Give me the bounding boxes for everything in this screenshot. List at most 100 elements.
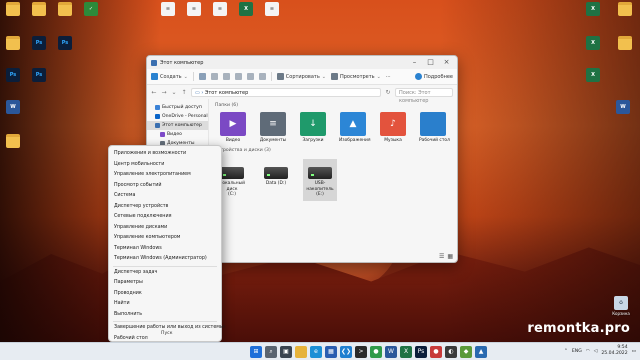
menu-item[interactable]: Диспетчер задач	[109, 268, 221, 279]
desktop-icon[interactable]	[0, 2, 26, 17]
paste-button[interactable]	[222, 73, 230, 80]
view-button[interactable]: Просмотреть ⌄	[331, 73, 381, 80]
desktop-icon[interactable]: ≡	[155, 2, 181, 16]
desktop-icon[interactable]: ≡	[181, 2, 207, 16]
app2-taskbar-icon[interactable]: ◐	[445, 346, 457, 358]
desktop-icon[interactable]: Ps	[26, 68, 52, 83]
language-indicator[interactable]: ENG	[572, 349, 582, 354]
desktop-icon[interactable]: X	[580, 36, 606, 50]
desktop-icon[interactable]: ✓	[78, 2, 104, 17]
menu-item[interactable]: Управление компьютером	[109, 233, 221, 244]
start-taskbar-icon[interactable]: ⊞	[250, 346, 262, 358]
volume-icon[interactable]: ◁	[594, 349, 598, 354]
clock[interactable]: 9:54 25.04.2022	[601, 345, 627, 357]
menu-item[interactable]: Приложения и возможности	[109, 149, 221, 160]
photoshop-taskbar-icon[interactable]: Ps	[415, 346, 427, 358]
sort-button[interactable]: Сортировать ⌄	[276, 73, 326, 80]
close-button[interactable]: ×	[440, 57, 453, 68]
search-taskbar-icon[interactable]: ⌕	[265, 346, 277, 358]
menu-item[interactable]: Просмотр событий	[109, 181, 221, 192]
folder-item[interactable]: ≡ Документы	[259, 112, 287, 143]
copy-button[interactable]	[210, 73, 218, 80]
explorer-taskbar-icon[interactable]	[295, 346, 307, 358]
desktop-icon[interactable]: ≡	[207, 2, 233, 16]
tray-chevron-icon[interactable]: ⌃	[564, 349, 568, 354]
desktop-icon[interactable]: W	[610, 100, 636, 114]
drive-item[interactable]: USB-накопитель (E:)	[303, 159, 337, 201]
doc-icon: ≡	[265, 2, 279, 16]
refresh-icon[interactable]: ↻	[385, 89, 391, 96]
search-input[interactable]: Поиск: Этот компьютер	[395, 87, 453, 104]
menu-item[interactable]: Диспетчер устройств	[109, 202, 221, 213]
menu-item[interactable]: Проводник	[109, 289, 221, 300]
menu-item[interactable]: Система	[109, 191, 221, 202]
vscode-taskbar-icon[interactable]: ❮❯	[340, 346, 352, 358]
up-arrow-icon[interactable]: ↑	[181, 89, 187, 96]
excel-taskbar-icon[interactable]: X	[400, 346, 412, 358]
drives-group-header[interactable]: Устройства и диски (3)	[215, 147, 451, 155]
more-button[interactable]: ···	[386, 74, 391, 80]
details-view-icon[interactable]: ☰	[439, 253, 444, 262]
nav-item[interactable]: Быстрый доступ	[147, 103, 208, 112]
details-button[interactable]: Подробнее	[414, 73, 453, 80]
menu-item[interactable]: Терминал Windows	[109, 244, 221, 255]
share-button[interactable]	[246, 73, 254, 80]
maximize-button[interactable]: □	[424, 57, 437, 68]
new-button[interactable]: Создать ⌄	[151, 73, 188, 80]
desktop-icon[interactable]	[52, 2, 78, 17]
delete-button[interactable]	[258, 73, 266, 80]
nav-item[interactable]: OneDrive - Personal	[147, 112, 208, 121]
drive-item[interactable]: Data (D:)	[259, 159, 293, 201]
desktop-icon[interactable]	[612, 36, 638, 50]
desktop-icon[interactable]	[0, 134, 26, 149]
folder-item[interactable]: ♪ Музыка	[379, 112, 407, 143]
app4-taskbar-icon[interactable]: ▲	[475, 346, 487, 358]
menu-item[interactable]: Сетевые подключения	[109, 212, 221, 223]
desktop-icon[interactable]	[612, 2, 638, 16]
folder-item[interactable]: ▶ Видео	[219, 112, 247, 143]
store-taskbar-icon[interactable]: ▦	[325, 346, 337, 358]
desktop-icon[interactable]	[26, 2, 52, 17]
nav-item[interactable]: Видео	[147, 130, 208, 139]
tiles-view-icon[interactable]: ▦	[447, 253, 453, 262]
chrome-taskbar-icon[interactable]: ●	[370, 346, 382, 358]
menu-item[interactable]: Выполнить	[109, 310, 221, 321]
desktop-icon[interactable]: Ps	[0, 68, 26, 83]
desktop-icon[interactable]	[0, 36, 26, 51]
wifi-icon[interactable]: ◠	[586, 349, 590, 354]
notification-icon[interactable]: ▭	[632, 349, 636, 354]
desktop-icon[interactable]: Ps	[52, 36, 78, 51]
rename-button[interactable]	[234, 73, 242, 80]
forward-arrow-icon[interactable]: →	[161, 89, 167, 96]
desktop-icon[interactable]: ≡	[259, 2, 285, 16]
cut-button[interactable]	[198, 73, 206, 80]
menu-item[interactable]: Центр мобильности	[109, 160, 221, 171]
taskview-taskbar-icon[interactable]: ▣	[280, 346, 292, 358]
folder-item[interactable]: ▲ Изображения	[339, 112, 371, 143]
desktop-icon[interactable]: Ps	[26, 36, 52, 51]
menu-item[interactable]: Параметры	[109, 278, 221, 289]
address-bar[interactable]: ▭ › Этот компьютер	[191, 87, 381, 97]
desktop-icon[interactable]: X	[580, 68, 606, 82]
desktop-icon[interactable]: W	[0, 100, 26, 115]
app1-taskbar-icon[interactable]: ●	[430, 346, 442, 358]
desktop-icon[interactable]: X	[233, 2, 259, 16]
menu-item[interactable]: Терминал Windows (Администратор)	[109, 254, 221, 265]
minimize-button[interactable]: –	[408, 57, 421, 68]
menu-item[interactable]: Найти	[109, 299, 221, 310]
folder-item[interactable]: Рабочий стол	[419, 112, 450, 143]
back-arrow-icon[interactable]: ←	[151, 89, 157, 96]
word-taskbar-icon[interactable]: W	[385, 346, 397, 358]
recent-chevron-icon[interactable]: ⌄	[171, 89, 177, 96]
app3-taskbar-icon[interactable]: ◆	[460, 346, 472, 358]
menu-item[interactable]: Управление электропитанием	[109, 170, 221, 181]
folder-item[interactable]: ↓ Загрузки	[299, 112, 327, 143]
edge-taskbar-icon[interactable]: e	[310, 346, 322, 358]
desktop-icon[interactable]: X	[580, 2, 606, 16]
terminal-taskbar-icon[interactable]: >	[355, 346, 367, 358]
recycle-bin[interactable]: ♻ Корзина	[608, 296, 634, 316]
folders-group-header[interactable]: Папки (6)	[215, 102, 451, 110]
menu-item[interactable]: Управление дисками	[109, 223, 221, 234]
title-bar[interactable]: Этот компьютер – □ ×	[147, 56, 457, 69]
nav-item[interactable]: Этот компьютер	[147, 121, 208, 130]
